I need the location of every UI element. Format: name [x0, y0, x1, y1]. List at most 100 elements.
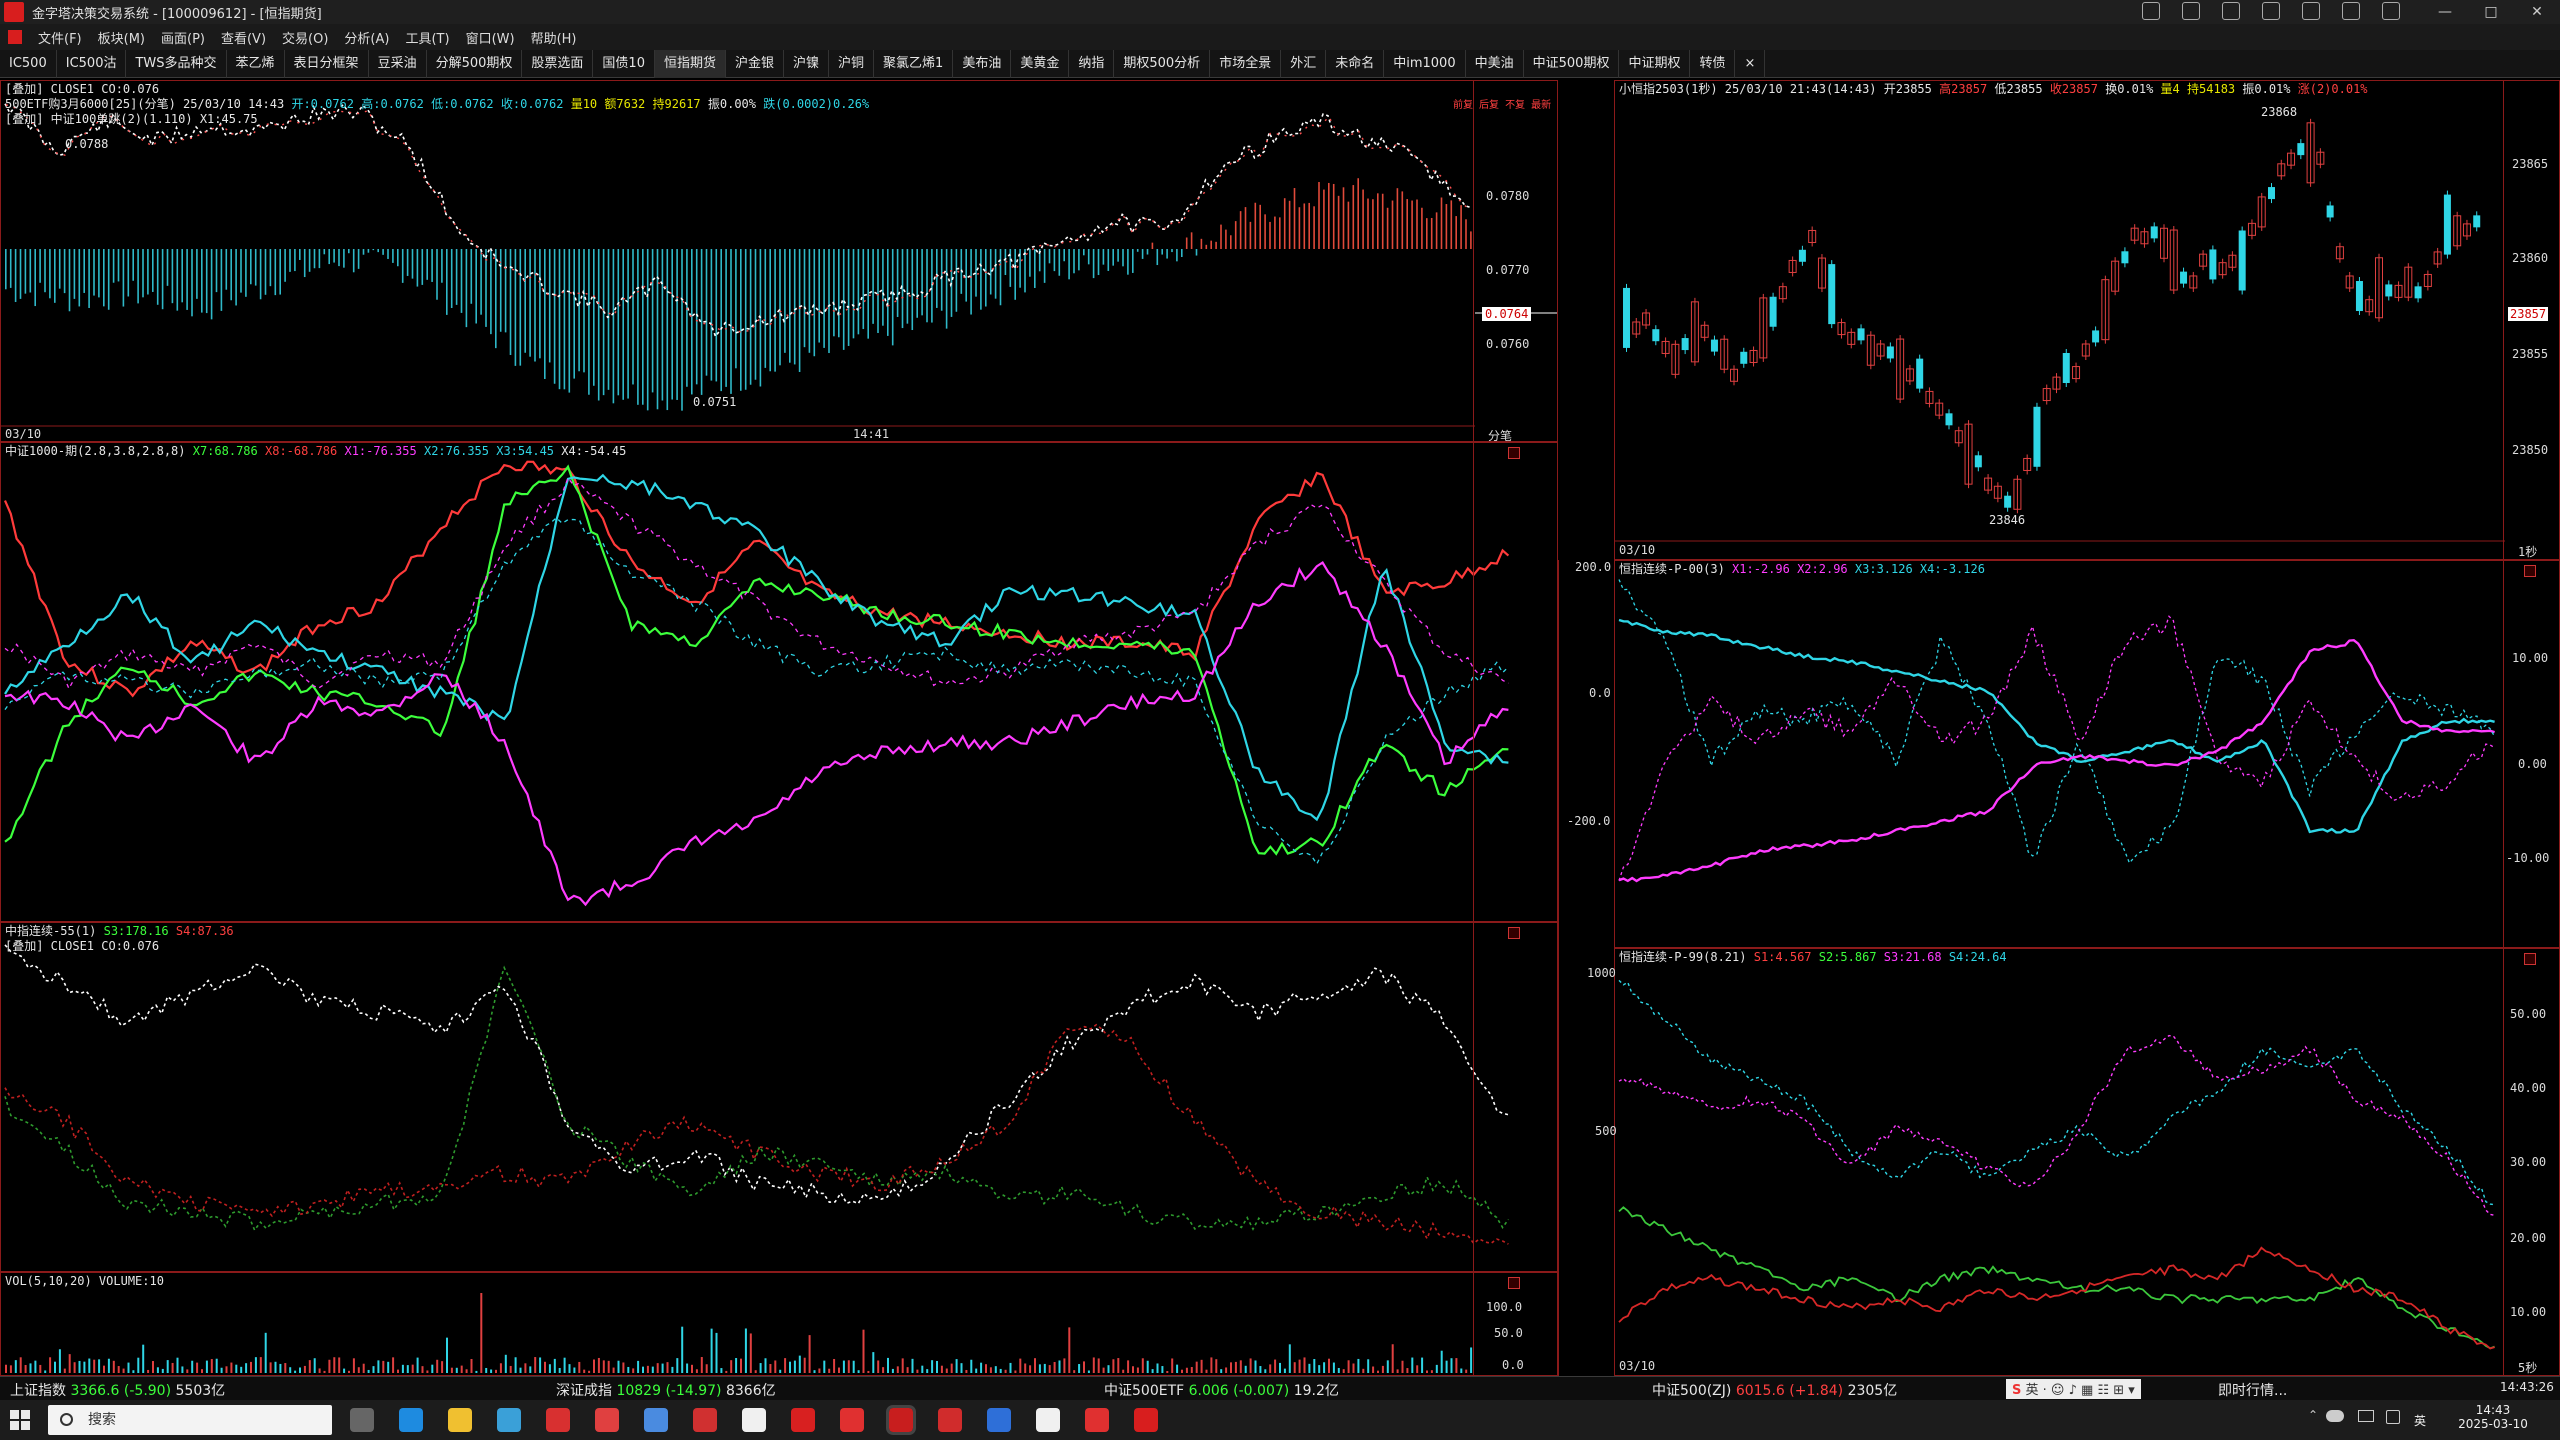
ime-toolbar[interactable]: S 英 · ☺ ♪ ▦ ☷ ⊞ ▾ [2006, 1379, 2141, 1399]
wps-icon[interactable] [1085, 1408, 1109, 1432]
app-book-icon[interactable] [791, 1408, 815, 1432]
mini-button-latest[interactable]: 最新 [1531, 100, 1551, 111]
app-p-icon[interactable] [987, 1408, 1011, 1432]
volume-menu-icon[interactable] [1508, 1277, 1520, 1289]
indicator-panel-2[interactable]: 中指连续-55(1) S3:178.16 S4:87.36 [叠加] CLOSE… [0, 922, 1558, 1272]
layout-tab-25[interactable]: 转债 [1690, 49, 1736, 78]
layout-tab-11[interactable]: 沪镍 [784, 49, 830, 78]
sz-index[interactable]: 深证成指 10829 (-14.97) 8366亿 [556, 1380, 776, 1400]
news-ticker[interactable]: 即时行情... [2218, 1380, 2287, 1400]
layout-tab-23[interactable]: 中证500期权 [1524, 49, 1620, 78]
layout-tab-6[interactable]: 分解500期权 [427, 49, 523, 78]
menu-analysis[interactable]: 分析(A) [336, 28, 397, 47]
menu-screen[interactable]: 画面(P) [153, 28, 213, 47]
task-view-icon[interactable] [350, 1408, 374, 1432]
mini-button-next[interactable]: 后复 [1479, 100, 1499, 111]
layout-tab-18[interactable]: 市场全景 [1210, 49, 1282, 78]
indicator-2-menu-icon[interactable] [1508, 927, 1520, 939]
layout-tab-5[interactable]: 豆采油 [369, 49, 427, 78]
layout-tab-15[interactable]: 美黄金 [1011, 49, 1070, 78]
layout-tab-7[interactable]: 股票选面 [522, 49, 594, 78]
hsi-ind1-menu-icon[interactable] [2524, 565, 2536, 577]
rss-icon[interactable] [2142, 2, 2160, 20]
app-red-icon[interactable] [546, 1408, 570, 1432]
ime-mode[interactable]: 英 [2026, 1383, 2039, 1398]
indicator-panel-1[interactable]: 中证1000-期(2.8,3.8,2.8,8) X7:68.786 X8:-68… [0, 442, 1558, 922]
layout-tab-0[interactable]: IC500 [0, 49, 57, 78]
minimize-icon[interactable]: — [2422, 0, 2468, 24]
layout-tab-19[interactable]: 外汇 [1281, 49, 1327, 78]
menu-view[interactable]: 查看(V) [213, 28, 274, 47]
app-blue-icon[interactable] [644, 1408, 668, 1432]
volume-icon[interactable] [2386, 1410, 2400, 1424]
windows-start-icon[interactable] [10, 1410, 30, 1430]
menu-tools[interactable]: 工具(T) [397, 28, 457, 47]
tab-close-icon[interactable]: × [1735, 49, 1766, 78]
layout-tab-20[interactable]: 未命名 [1326, 49, 1385, 78]
close-icon[interactable]: ✕ [2514, 0, 2560, 24]
notes-icon[interactable] [742, 1408, 766, 1432]
volume-bar [980, 1362, 983, 1373]
browser-icon[interactable] [497, 1408, 521, 1432]
layout-tab-12[interactable]: 沪铜 [829, 49, 875, 78]
layout-tab-2[interactable]: TWS多品种交 [126, 49, 227, 78]
histogram-bar-down [465, 249, 468, 328]
help-icon[interactable] [2382, 2, 2400, 20]
layout-tab-10[interactable]: 沪金银 [726, 49, 784, 78]
layout-tab-16[interactable]: 纳指 [1069, 49, 1115, 78]
palette-icon[interactable] [2342, 2, 2360, 20]
pyramid-app-icon[interactable] [886, 1405, 916, 1435]
volume-panel[interactable]: VOL(5,10,20) VOLUME:10 100.0 50.0 0.0 [0, 1272, 1558, 1376]
histogram-bar-up [1269, 221, 1271, 249]
volume-bar [637, 1360, 640, 1373]
main-chart-panel[interactable]: [叠加] CLOSE1 CO:0.076 500ETF购3月6000[25](分… [0, 80, 1558, 442]
mini-button-none[interactable]: 不复 [1505, 100, 1525, 111]
layout-tab-22[interactable]: 中美油 [1466, 49, 1524, 78]
user-icon[interactable] [2182, 2, 2200, 20]
document-icon[interactable] [2222, 2, 2240, 20]
hsi-ind2-menu-icon[interactable] [2524, 953, 2536, 965]
layout-tab-1[interactable]: IC500沽 [57, 49, 127, 78]
mini-button-prev[interactable]: 前复 [1453, 100, 1473, 111]
menu-window[interactable]: 窗口(W) [458, 28, 523, 47]
app-d-icon[interactable] [1036, 1408, 1060, 1432]
weather-cloud-icon[interactable] [2326, 1410, 2344, 1422]
app-arrow-icon[interactable] [840, 1408, 864, 1432]
candle-wick [2056, 373, 2057, 394]
layout-tab-9[interactable]: 恒指期货 [654, 49, 726, 78]
menu-help[interactable]: 帮助(H) [523, 28, 585, 47]
maximize-icon[interactable]: □ [2468, 0, 2514, 24]
chevron-up-icon[interactable]: ⌃ [2308, 1408, 2318, 1422]
layout-tab-8[interactable]: 国债10 [593, 49, 655, 78]
etf-index[interactable]: 中证500ETF 6.006 (-0.007) 19.2亿 [1104, 1380, 1339, 1400]
app-tv-icon[interactable] [693, 1408, 717, 1432]
hsi-candle-panel[interactable]: 小恒指2503(1秒) 25/03/10 21:43(14:43) 开23855… [1614, 80, 2560, 560]
file-explorer-icon[interactable] [448, 1408, 472, 1432]
layout-tab-21[interactable]: 中im1000 [1384, 49, 1466, 78]
layout-tab-24[interactable]: 中证期权 [1619, 49, 1691, 78]
layout-tab-17[interactable]: 期权500分析 [1114, 49, 1211, 78]
font-icon[interactable] [2302, 2, 2320, 20]
network-icon[interactable] [2358, 1410, 2374, 1422]
tray-clock[interactable]: 14:43 2025-03-10 [2438, 1403, 2548, 1431]
app-red2-icon[interactable] [595, 1408, 619, 1432]
indicator-1-menu-icon[interactable] [1508, 447, 1520, 459]
layout-tab-3[interactable]: 苯乙烯 [227, 49, 285, 78]
taskbar-search[interactable]: 搜索 [48, 1405, 332, 1435]
candle-wick [1958, 426, 1960, 447]
app-w-icon[interactable] [1134, 1408, 1158, 1432]
tray-ime[interactable]: 英 [2414, 1412, 2426, 1429]
menu-sector[interactable]: 板块(M) [90, 28, 153, 47]
layout-tab-4[interactable]: 表日分框架 [285, 49, 369, 78]
hsi-indicator-panel-2[interactable]: 恒指连续-P-99(8.21) S1:4.567 S2:5.867 S3:21.… [1614, 948, 2560, 1376]
layout-tab-14[interactable]: 美布油 [953, 49, 1012, 78]
menu-file[interactable]: 文件(F) [30, 28, 90, 47]
edge-icon[interactable] [399, 1408, 423, 1432]
cart-icon[interactable] [2262, 2, 2280, 20]
hsi-indicator-panel-1[interactable]: 恒指连续-P-00(3) X1:-2.96 X2:2.96 X3:3.126 X… [1614, 560, 2560, 948]
app-bunny-icon[interactable] [938, 1408, 962, 1432]
zz500-index[interactable]: 中证500(ZJ) 6015.6 (+1.84) 2305亿 [1652, 1380, 1897, 1400]
layout-tab-13[interactable]: 聚氯乙烯1 [874, 49, 954, 78]
sh-index[interactable]: 上证指数 3366.6 (-5.90) 5503亿 [10, 1380, 225, 1400]
menu-trade[interactable]: 交易(O) [274, 28, 336, 47]
